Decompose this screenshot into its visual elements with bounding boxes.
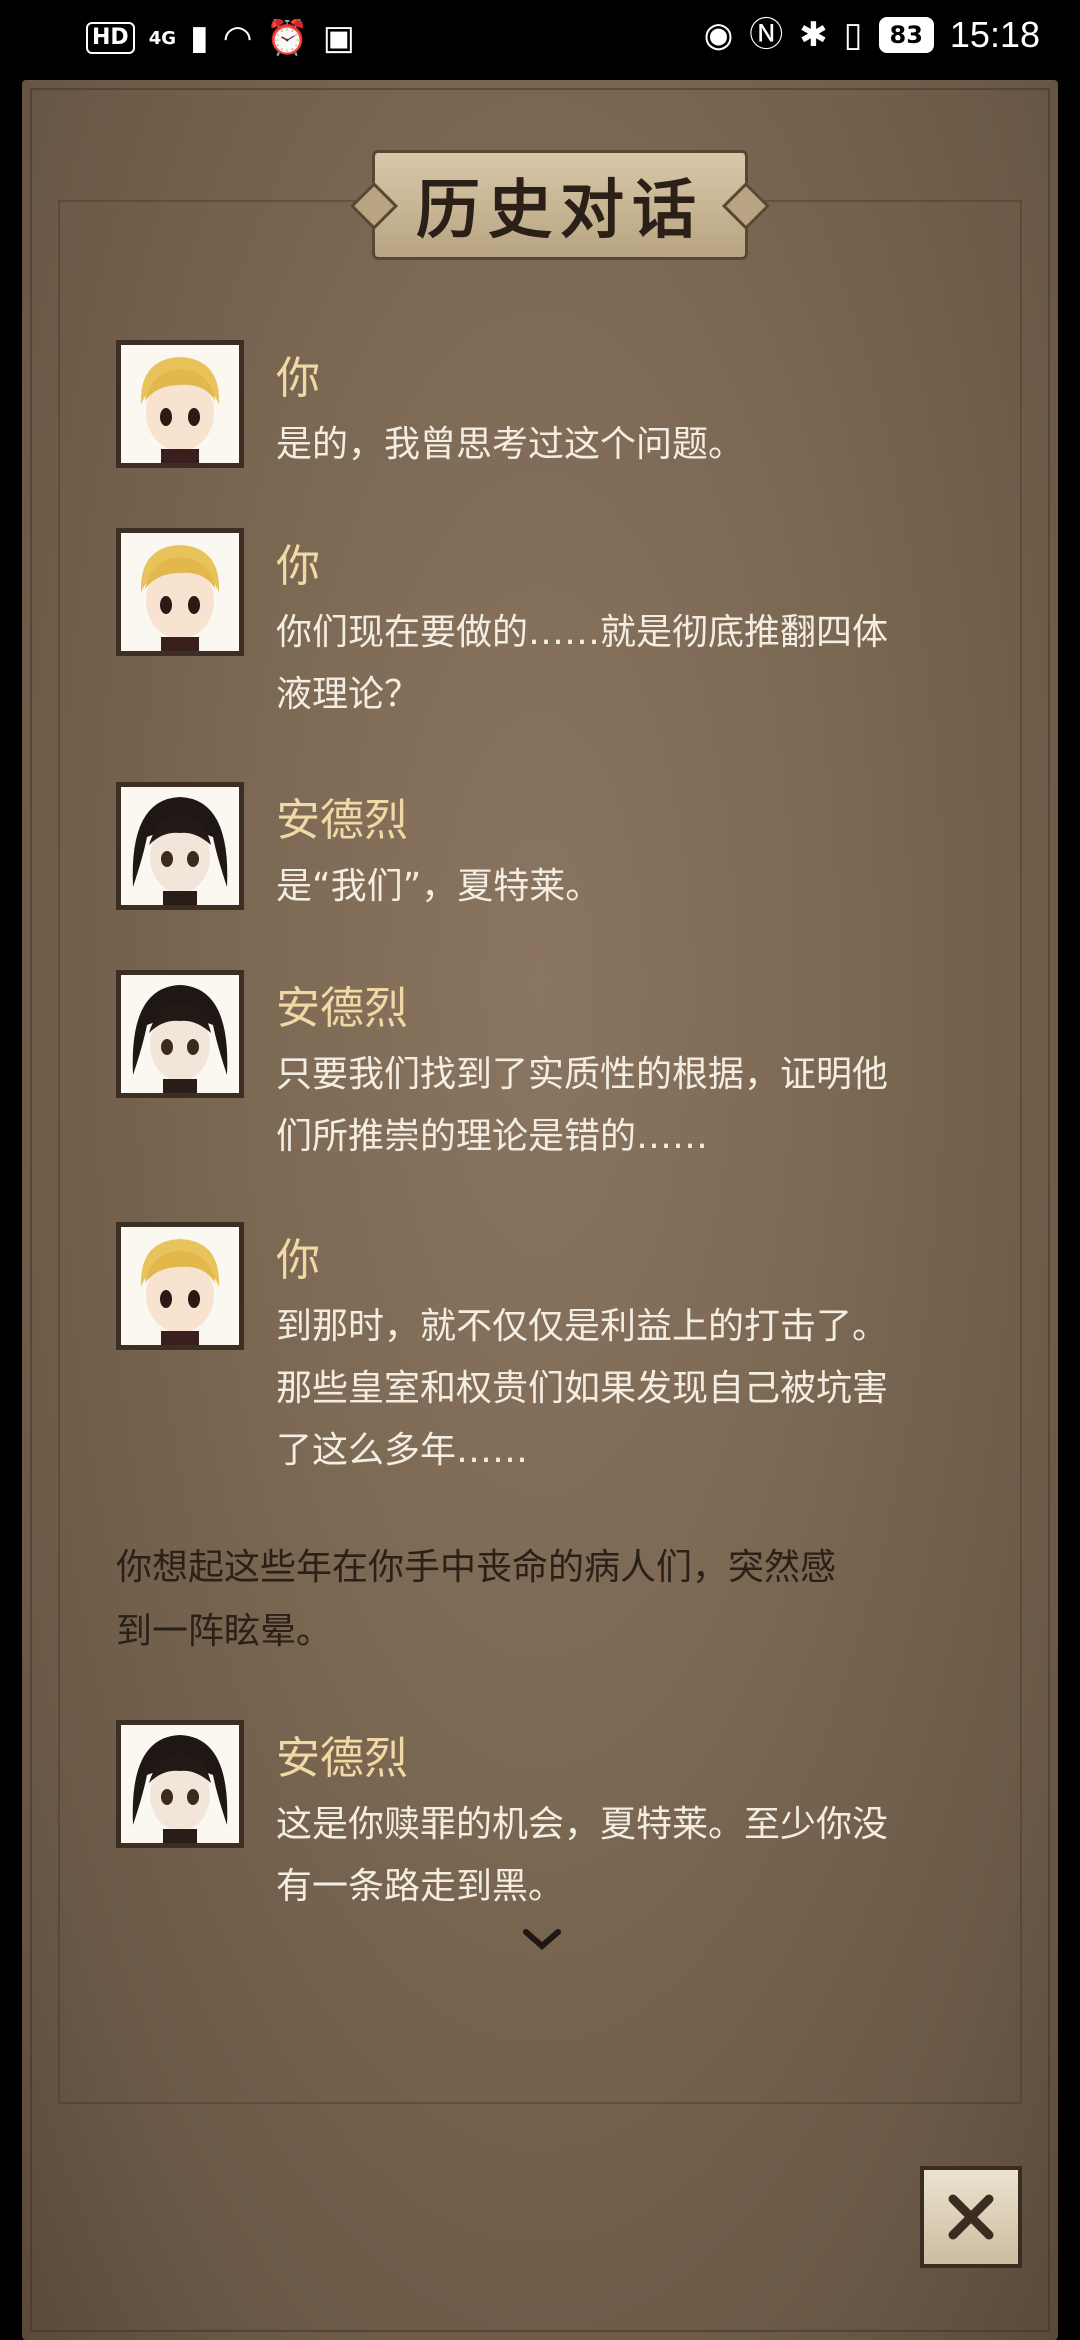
- dialogue-line: 这是你赎罪的机会，夏特莱。至少你没: [276, 1804, 889, 1845]
- wifi-icon: ◠: [222, 18, 253, 58]
- blonde-boy-avatar: [116, 1222, 244, 1350]
- speaker-name: 安德烈: [276, 795, 408, 846]
- speaker-name: 安德烈: [276, 1733, 408, 1784]
- dialogue-line: 是“我们”，夏特莱。: [276, 866, 602, 907]
- blonde-boy-avatar: [116, 528, 244, 656]
- close-icon: [948, 2194, 994, 2240]
- dialogue-text: 是的，我曾思考过这个问题。: [276, 414, 986, 476]
- speaker-name: 安德烈: [276, 983, 408, 1034]
- dialogue-text: 这是你赎罪的机会，夏特莱。至少你没 有一条路走到黑。: [276, 1794, 986, 1918]
- dialogue-line: 那些皇室和权贵们如果发现自己被坑害: [276, 1368, 889, 1409]
- dialogue-line: 了这么多年……: [276, 1430, 529, 1471]
- dialogue-text: 到那时，就不仅仅是利益上的打击了。 那些皇室和权贵们如果发现自己被坑害 了这么多…: [276, 1296, 986, 1482]
- dialogue-text: 是“我们”，夏特莱。: [276, 856, 986, 918]
- narration-text: 你想起这些年在你手中丧命的病人们，突然感 到一阵眩晕。: [116, 1536, 996, 1664]
- title-plate: 历史对话: [372, 150, 748, 260]
- dialogue-text: 只要我们找到了实质性的根据，证明他 们所推崇的理论是错的……: [276, 1044, 986, 1168]
- eye-icon: ◉: [703, 15, 734, 55]
- speaker-name: 你: [276, 1235, 320, 1286]
- network-type: 4G: [148, 27, 176, 49]
- blonde-boy-avatar: [116, 340, 244, 468]
- chevron-down-icon[interactable]: [522, 1924, 562, 1954]
- speaker-name: 你: [276, 541, 320, 592]
- dialogue-line: 到那时，就不仅仅是利益上的打击了。: [276, 1306, 889, 1347]
- dialogue-line: 你们现在要做的……就是彻底推翻四体: [276, 612, 889, 653]
- dialogue-text: 你们现在要做的……就是彻底推翻四体 液理论？: [276, 602, 986, 726]
- page-title: 历史对话: [416, 174, 704, 248]
- dialogue-line: 只要我们找到了实质性的根据，证明他: [276, 1054, 889, 1095]
- status-bar: HD 4G ▮ ◠ ⏰ ▣ ◉ Ⓝ ✱ ▯ 83 15:18: [0, 0, 1080, 80]
- vibrate-icon: ▯: [843, 15, 863, 55]
- history-dialogue-panel: 历史对话 你 是的，我曾思考过这个问题。 你 你们现在要做的……就是彻底推翻四体…: [22, 80, 1058, 2340]
- speaker-name: 你: [276, 353, 320, 404]
- dialogue-line: 液理论？: [276, 674, 421, 715]
- dialogue-line: 有一条路走到黑。: [276, 1866, 565, 1907]
- dialogue-line: 们所推崇的理论是错的……: [276, 1116, 709, 1157]
- bluetooth-icon: ✱: [799, 15, 828, 55]
- app-notification-icon: ▣: [322, 18, 355, 58]
- clock: 15:18: [949, 14, 1040, 55]
- dark-hair-avatar: [116, 970, 244, 1098]
- dark-hair-avatar: [116, 1720, 244, 1848]
- nfc-icon: Ⓝ: [749, 15, 784, 55]
- hd-badge: HD: [86, 22, 135, 54]
- dark-hair-avatar: [116, 782, 244, 910]
- dialogue-line: 是的，我曾思考过这个问题。: [276, 424, 745, 465]
- alarm-icon: ⏰: [266, 18, 309, 58]
- close-button[interactable]: [920, 2166, 1022, 2268]
- battery-level: 83: [878, 17, 934, 53]
- narration-line: 到一阵眩晕。: [116, 1611, 333, 1652]
- narration-line: 你想起这些年在你手中丧命的病人们，突然感: [116, 1547, 837, 1588]
- signal-icon: ▮: [190, 18, 209, 58]
